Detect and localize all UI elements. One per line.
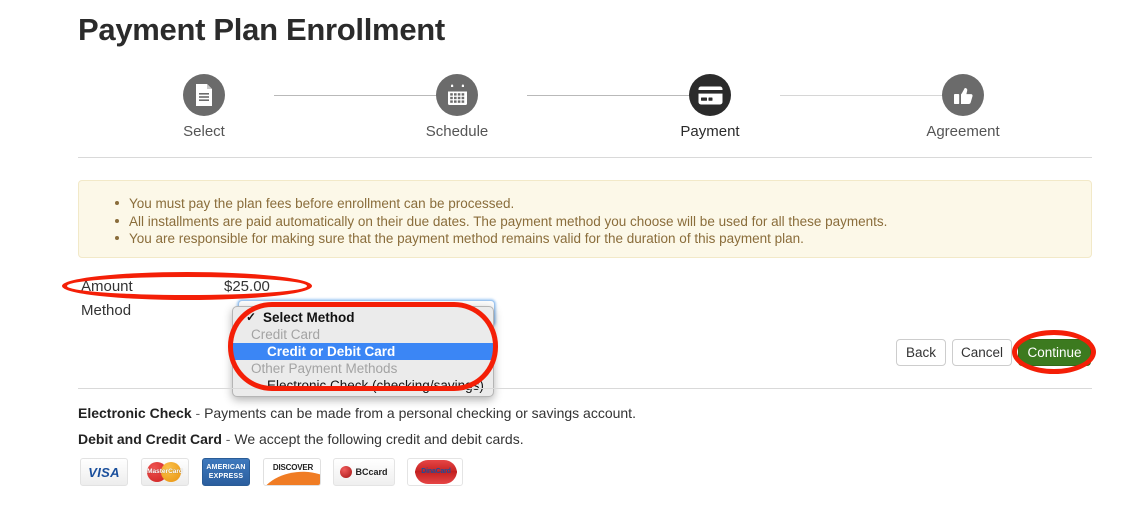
method-label: Method [81, 302, 132, 319]
dinacard-logo-icon: DinaCard [407, 458, 463, 486]
dropdown-option-label: Electronic Check (checking/savings) [267, 378, 484, 393]
visa-logo-icon: VISA [80, 458, 128, 486]
footer-line-electronic-check: Electronic Check - Payments can be made … [78, 405, 636, 421]
footer-dash: - [191, 405, 205, 421]
footer-line-debit-credit-card: Debit and Credit Card - We accept the fo… [78, 431, 524, 447]
mastercard-logo-icon: MasterCard [141, 458, 189, 486]
dropdown-option-electronic-check[interactable]: Electronic Check (checking/savings) [233, 377, 493, 394]
bccard-logo-icon: BCcard [333, 458, 395, 486]
continue-button[interactable]: Continue [1018, 339, 1091, 366]
dropdown-group-credit-card: Credit Card [233, 326, 493, 343]
amex-logo-text-line2: EXPRESS [208, 473, 244, 480]
payment-plan-enrollment-page: Payment Plan Enrollment Select Schedule … [0, 0, 1130, 524]
footer-term: Debit and Credit Card [78, 431, 222, 447]
bccard-logo-text: BCcard [355, 467, 388, 477]
method-dropdown-menu[interactable]: ✓ Select Method Credit Card Credit or De… [232, 306, 494, 397]
dinacard-logo-text: DinaCard [421, 468, 451, 475]
dropdown-group-label: Credit Card [251, 327, 321, 342]
footer-text: We accept the following credit and debit… [234, 431, 524, 447]
dropdown-option-select-method[interactable]: ✓ Select Method [233, 309, 493, 326]
divider-bottom [78, 388, 1092, 389]
dropdown-option-label: Select Method [263, 310, 355, 325]
check-icon: ✓ [246, 310, 257, 324]
footer-term: Electronic Check [78, 405, 192, 421]
amex-logo-text-line1: AMERICAN [206, 464, 246, 471]
discover-logo-text: DISCOVER [272, 463, 314, 472]
dropdown-option-credit-or-debit-card[interactable]: Credit or Debit Card [233, 343, 493, 360]
mastercard-logo-text: MasterCard [147, 468, 183, 475]
bccard-dot [340, 466, 353, 478]
mastercard-circles: MasterCard [145, 461, 185, 483]
dropdown-group-label: Other Payment Methods [251, 361, 398, 376]
cancel-button[interactable]: Cancel [952, 339, 1012, 366]
discover-logo-icon: DISCOVER [263, 458, 321, 486]
dropdown-group-other-payment-methods: Other Payment Methods [233, 360, 493, 377]
amex-logo-icon: AMERICAN EXPRESS [202, 458, 250, 486]
footer-text: Payments can be made from a personal che… [204, 405, 636, 421]
amount-value: $25.00 [224, 278, 270, 295]
visa-logo-text: VISA [88, 464, 120, 480]
amount-label: Amount [81, 278, 133, 295]
dropdown-option-label: Credit or Debit Card [267, 344, 396, 359]
footer-dash: - [221, 431, 235, 447]
back-button[interactable]: Back [896, 339, 946, 366]
